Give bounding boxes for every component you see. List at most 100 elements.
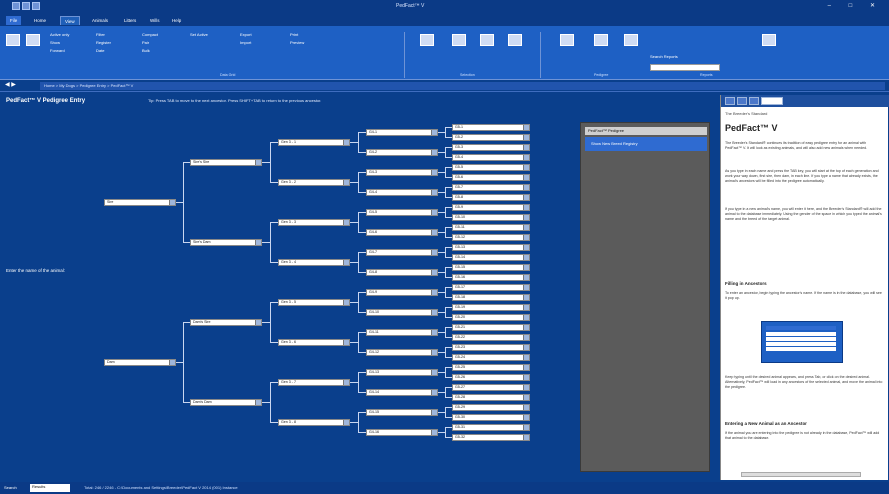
pedigree-gen4-box[interactable]: G4-14: [366, 388, 438, 396]
dropdown-icon[interactable]: [523, 364, 529, 370]
pedigree-gen4-box[interactable]: G4-1: [366, 128, 438, 136]
undo-icon[interactable]: [32, 2, 40, 10]
dropdown-icon[interactable]: [255, 159, 261, 165]
tab-view[interactable]: View: [60, 16, 80, 25]
pedigree-gen3-box[interactable]: Gen 3 - 3: [278, 218, 350, 226]
circle-icon[interactable]: [452, 34, 466, 46]
dropdown-icon[interactable]: [431, 409, 437, 415]
dropdown-icon[interactable]: [169, 199, 175, 205]
ribbon-preview[interactable]: Preview: [290, 40, 304, 45]
dropdown-icon[interactable]: [523, 254, 529, 260]
chart-icon[interactable]: [508, 34, 522, 46]
dropdown-icon[interactable]: [523, 424, 529, 430]
pedigree-gen5-box[interactable]: G5-9: [452, 203, 530, 211]
dropdown-icon[interactable]: [523, 134, 529, 140]
pedigree-gen5-box[interactable]: G5-26: [452, 373, 530, 381]
ribbon-export[interactable]: Export: [240, 32, 252, 37]
tab-wills[interactable]: Wills: [146, 16, 164, 25]
pedigree-gen5-box[interactable]: G5-21: [452, 323, 530, 331]
dropdown-icon[interactable]: [523, 214, 529, 220]
dropdown-icon[interactable]: [523, 174, 529, 180]
pedigree-gen5-box[interactable]: G5-20: [452, 313, 530, 321]
dropdown-icon[interactable]: [523, 434, 529, 440]
pedigree-gen5-box[interactable]: G5-31: [452, 423, 530, 431]
dropdown-icon[interactable]: [523, 164, 529, 170]
help-scrollbar[interactable]: [741, 472, 861, 477]
dropdown-icon[interactable]: [523, 394, 529, 400]
dropdown-icon[interactable]: [523, 244, 529, 250]
pedigree-gen5-box[interactable]: G5-15: [452, 263, 530, 271]
pedigree-gen5-box[interactable]: G5-12: [452, 233, 530, 241]
dropdown-icon[interactable]: [431, 189, 437, 195]
dropdown-icon[interactable]: [523, 234, 529, 240]
pedigree-gen5-box[interactable]: G5-28: [452, 393, 530, 401]
pedigree-gen3-box[interactable]: Gen 3 - 7: [278, 378, 350, 386]
pedigree-gen4-box[interactable]: G4-16: [366, 428, 438, 436]
dropdown-icon[interactable]: [343, 259, 349, 265]
ribbon-forward[interactable]: Forward: [50, 48, 65, 53]
pedigree-gen5-box[interactable]: G5-16: [452, 273, 530, 281]
dropdown-icon[interactable]: [169, 359, 175, 365]
pedigree-gen4-box[interactable]: G4-8: [366, 268, 438, 276]
pedigree-gen5-box[interactable]: G5-19: [452, 303, 530, 311]
ribbon-bulk[interactable]: Bulk: [142, 48, 150, 53]
pedigree-gen5-box[interactable]: G5-4: [452, 153, 530, 161]
dropdown-icon[interactable]: [523, 144, 529, 150]
ribbon-compact[interactable]: Compact: [142, 32, 158, 37]
dropdown-icon[interactable]: [523, 154, 529, 160]
relationship-icon[interactable]: [480, 34, 494, 46]
pedigree-gen1-box[interactable]: Sire: [104, 198, 176, 206]
dropdown-icon[interactable]: [523, 404, 529, 410]
help-tab-active[interactable]: [761, 97, 783, 105]
help-tab-2[interactable]: [737, 97, 747, 105]
status-field[interactable]: Results: [30, 484, 70, 492]
ribbon-pair[interactable]: Pair: [142, 40, 149, 45]
dropdown-icon[interactable]: [523, 374, 529, 380]
dropdown-icon[interactable]: [523, 124, 529, 130]
pedigree-gen5-box[interactable]: G5-13: [452, 243, 530, 251]
pedigree-gen5-box[interactable]: G5-23: [452, 343, 530, 351]
pedigree-gen4-box[interactable]: G4-5: [366, 208, 438, 216]
window-controls[interactable]: – □ ✕: [828, 2, 883, 9]
new-report-icon[interactable]: [762, 34, 776, 46]
dropdown-icon[interactable]: [523, 274, 529, 280]
dropdown-icon[interactable]: [523, 204, 529, 210]
tab-file[interactable]: File: [6, 16, 22, 25]
dropdown-icon[interactable]: [431, 289, 437, 295]
my-pages-icon[interactable]: [6, 34, 20, 46]
pedigree-gen2-box[interactable]: Sire's Sire: [190, 158, 262, 166]
dropdown-icon[interactable]: [431, 349, 437, 355]
pedigree-gen4-box[interactable]: G4-7: [366, 248, 438, 256]
pedigree-gen5-box[interactable]: G5-3: [452, 143, 530, 151]
dropdown-icon[interactable]: [255, 239, 261, 245]
pedigree-gen5-box[interactable]: G5-32: [452, 433, 530, 441]
pedigree-gen1-box[interactable]: Dam: [104, 358, 176, 366]
new-breed-registry-button[interactable]: Show New Breed Registry: [585, 137, 707, 151]
dropdown-icon[interactable]: [431, 209, 437, 215]
pedigree-gen3-box[interactable]: Gen 3 - 2: [278, 178, 350, 186]
dropdown-icon[interactable]: [343, 339, 349, 345]
dropdown-icon[interactable]: [255, 319, 261, 325]
pedigree-gen5-box[interactable]: G5-5: [452, 163, 530, 171]
pedigree-gen3-box[interactable]: Gen 3 - 1: [278, 138, 350, 146]
ribbon-print[interactable]: Print: [290, 32, 298, 37]
save-icon[interactable]: [22, 2, 30, 10]
dropdown-icon[interactable]: [523, 194, 529, 200]
dropdown-icon[interactable]: [431, 149, 437, 155]
dropdown-icon[interactable]: [343, 179, 349, 185]
search-reports-input[interactable]: [650, 64, 720, 71]
dropdown-icon[interactable]: [255, 399, 261, 405]
ribbon-set-active[interactable]: Set Active: [190, 32, 208, 37]
dropdown-icon[interactable]: [431, 369, 437, 375]
dropdown-icon[interactable]: [523, 314, 529, 320]
help-tab-1[interactable]: [725, 97, 735, 105]
pedigree-gen5-box[interactable]: G5-30: [452, 413, 530, 421]
dropdown-icon[interactable]: [343, 379, 349, 385]
pedigree-gen3-box[interactable]: Gen 3 - 6: [278, 338, 350, 346]
print-report-icon[interactable]: [624, 34, 638, 46]
dropdown-icon[interactable]: [523, 334, 529, 340]
dropdown-icon[interactable]: [523, 304, 529, 310]
pedigree-gen2-box[interactable]: Dam's Dam: [190, 398, 262, 406]
dropdown-icon[interactable]: [523, 294, 529, 300]
pedigree-gen4-box[interactable]: G4-3: [366, 168, 438, 176]
